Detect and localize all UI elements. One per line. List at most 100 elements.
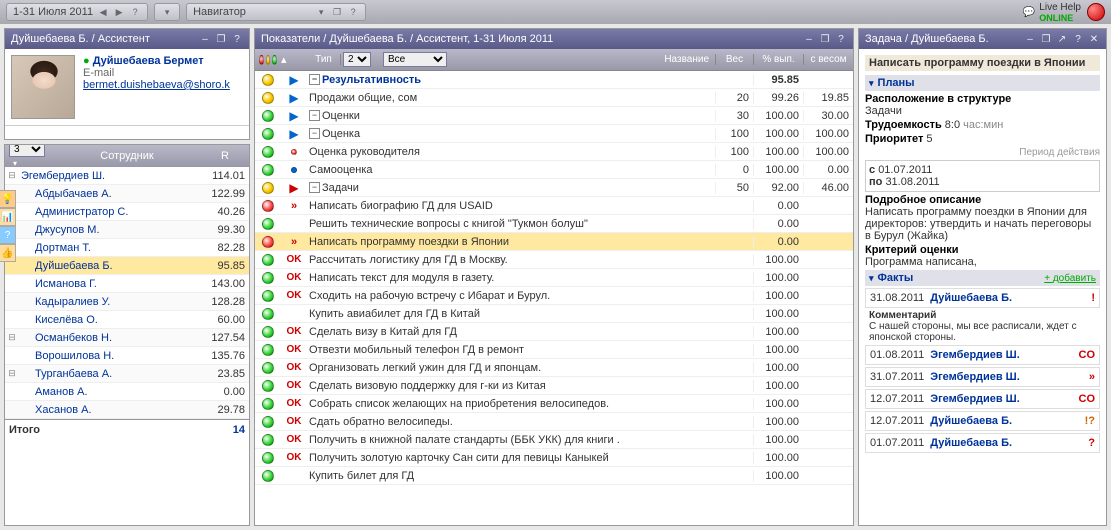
help-icon[interactable]: ?: [129, 6, 141, 18]
col-employee[interactable]: Сотрудник: [53, 150, 201, 162]
fact-row[interactable]: 31.07.2011Эгембердиев Ш.»: [865, 367, 1100, 387]
indicator-row[interactable]: OKРассчитать логистику для ГД в Москву.1…: [255, 251, 853, 269]
plans-section[interactable]: Планы: [865, 75, 1100, 91]
pct-cell: 100.00: [753, 398, 803, 410]
indicators-table[interactable]: ▶−Результативность95.85▶Продажи общие, с…: [255, 71, 853, 525]
help2-icon[interactable]: ?: [347, 6, 359, 18]
collapse-icon[interactable]: −: [309, 182, 320, 193]
top-toolbar: 1-31 Июля 2011 ◀ ▶ ? ▾ Навигатор ▾ ❐ ? 💬…: [0, 0, 1111, 24]
fact-row[interactable]: 12.07.2011Эгембердиев Ш.CO: [865, 389, 1100, 409]
indicator-row[interactable]: ▶Продажи общие, сом2099.2619.85: [255, 89, 853, 107]
sort-icon[interactable]: ▴: [281, 53, 307, 66]
side-tab-4[interactable]: 👍: [0, 244, 16, 262]
prev-icon[interactable]: ◀: [97, 6, 109, 18]
col-weight[interactable]: Вес: [715, 54, 753, 65]
indicator-row[interactable]: OKСобрать список желающих на приобретени…: [255, 395, 853, 413]
wpct-cell: 100.00: [803, 128, 853, 140]
indicator-row[interactable]: Самооценка0100.000.00: [255, 161, 853, 179]
side-tab-1[interactable]: 💡: [0, 190, 16, 208]
col-r[interactable]: R: [201, 150, 249, 162]
period-selector[interactable]: 1-31 Июля 2011 ◀ ▶ ?: [6, 3, 148, 21]
employee-row[interactable]: Абдыбачаев А.122.99: [5, 185, 249, 203]
maximize-icon[interactable]: ❐: [819, 33, 831, 45]
indicator-row[interactable]: ▶−Оценки30100.0030.00: [255, 107, 853, 125]
forward-icon[interactable]: ↗: [1056, 33, 1068, 45]
employee-row[interactable]: Киселёва О.60.00: [5, 311, 249, 329]
indicator-row[interactable]: OKСходить на рабочую встречу с Ибарат и …: [255, 287, 853, 305]
employee-row[interactable]: ⊟Турганбаева А.23.85: [5, 365, 249, 383]
ok-icon: OK: [287, 272, 302, 283]
indicator-row[interactable]: OKПолучить золотую карточку Сан сити для…: [255, 449, 853, 467]
employee-row[interactable]: ⊟Эгембердиев Ш.114.01: [5, 167, 249, 185]
collapse-icon[interactable]: −: [309, 128, 320, 139]
col-pct[interactable]: % вып.: [753, 54, 803, 65]
indicator-row[interactable]: Купить авиабилет для ГД в Китай100.00: [255, 305, 853, 323]
pct-cell: 100.00: [753, 434, 803, 446]
collapse-icon[interactable]: −: [309, 110, 320, 121]
indicator-row[interactable]: OKСделать визу в Китай для ГД100.00: [255, 323, 853, 341]
indicator-row[interactable]: »Написать программу поездки в Японии0.00: [255, 233, 853, 251]
next-icon[interactable]: ▶: [113, 6, 125, 18]
email-link[interactable]: bermet.duishebaeva@shoro.k: [83, 79, 243, 91]
employee-row[interactable]: Джусупов М.99.30: [5, 221, 249, 239]
employee-row[interactable]: Аманов А.0.00: [5, 383, 249, 401]
indicator-name: Сделать визу в Китай для ГД: [309, 326, 457, 338]
maximize-icon[interactable]: ❐: [215, 33, 227, 45]
employee-row[interactable]: Хасанов А.29.78: [5, 401, 249, 419]
fact-row[interactable]: 01.08.2011Эгембердиев Ш.CO: [865, 345, 1100, 365]
indicator-row[interactable]: OKСдать обратно велосипеды.100.00: [255, 413, 853, 431]
live-help[interactable]: 💬 Live Help ONLINE: [1023, 2, 1081, 23]
indicator-row[interactable]: ▶−Оценка100100.00100.00: [255, 125, 853, 143]
ext-icon[interactable]: ▾: [154, 3, 180, 21]
employee-row[interactable]: Дортман Т.82.28: [5, 239, 249, 257]
fact-row[interactable]: 01.07.2011Дуйшебаева Б.?: [865, 433, 1100, 453]
indicator-row[interactable]: OKНаписать текст для модуля в газету.100…: [255, 269, 853, 287]
help-icon[interactable]: ?: [231, 33, 243, 45]
add-fact-link[interactable]: добавить: [1044, 273, 1096, 284]
fact-date: 31.08.2011: [870, 292, 924, 304]
close-icon[interactable]: ✕: [1088, 33, 1100, 45]
depth-select[interactable]: 2: [343, 52, 371, 67]
navigator-dropdown[interactable]: Навигатор ▾ ❐ ?: [186, 3, 366, 21]
indicator-row[interactable]: »Написать биографию ГД для USAID0.00: [255, 197, 853, 215]
expand-icon[interactable]: ⊟: [5, 332, 19, 343]
employee-row[interactable]: Ворошилова Н.135.76: [5, 347, 249, 365]
window-icon[interactable]: ❐: [331, 6, 343, 18]
facts-section[interactable]: Факты добавить: [865, 270, 1100, 286]
indicator-row[interactable]: OKОтвезти мобильный телефон ГД в ремонт1…: [255, 341, 853, 359]
indicator-row[interactable]: Решить технические вопросы с книгой "Тук…: [255, 215, 853, 233]
stop-button[interactable]: [1087, 3, 1105, 21]
employee-row[interactable]: Дуйшебаева Б.95.85: [5, 257, 249, 275]
side-tab-2[interactable]: 📊: [0, 208, 16, 226]
restore-icon[interactable]: ❐: [1040, 33, 1052, 45]
employee-table[interactable]: ⊟Эгембердиев Ш.114.01Абдыбачаев А.122.99…: [5, 167, 249, 419]
help-icon[interactable]: ?: [835, 33, 847, 45]
fact-row[interactable]: 12.07.2011Дуйшебаева Б.!?: [865, 411, 1100, 431]
col-wpct[interactable]: с весом: [803, 54, 853, 65]
level-select[interactable]: 3: [9, 144, 45, 157]
employee-row[interactable]: Администратор С.40.26: [5, 203, 249, 221]
fact-row[interactable]: 31.08.2011Дуйшебаева Б.!: [865, 288, 1100, 308]
employee-row[interactable]: Исманова Г.143.00: [5, 275, 249, 293]
indicator-row[interactable]: OKОрганизовать легкий ужин для ГД и япон…: [255, 359, 853, 377]
minimize-icon[interactable]: –: [803, 33, 815, 45]
expand-icon[interactable]: ⊟: [5, 368, 19, 379]
indicator-row[interactable]: ▶−Задачи5092.0046.00: [255, 179, 853, 197]
traffic-icon[interactable]: [255, 55, 281, 65]
expand-icon[interactable]: ⊟: [5, 170, 19, 181]
indicator-row[interactable]: Оценка руководителя100100.00100.00: [255, 143, 853, 161]
employee-row[interactable]: ⊟Османбеков Н.127.54: [5, 329, 249, 347]
indicator-row[interactable]: OKПолучить в книжной палате стандарты (Б…: [255, 431, 853, 449]
help-icon[interactable]: ?: [1072, 33, 1084, 45]
side-tab-3[interactable]: ?: [0, 226, 16, 244]
indicator-row[interactable]: OKСделать визовую поддержку для г-ки из …: [255, 377, 853, 395]
indicator-row[interactable]: Купить билет для ГД100.00: [255, 467, 853, 485]
filter-select[interactable]: Все: [383, 52, 447, 67]
col-name[interactable]: Название: [451, 54, 715, 65]
minimize-icon[interactable]: –: [1024, 33, 1036, 45]
minimize-icon[interactable]: –: [199, 33, 211, 45]
employee-row[interactable]: Кадыралиев У.128.28: [5, 293, 249, 311]
collapse-icon[interactable]: −: [309, 74, 320, 85]
col-type[interactable]: Тип: [307, 54, 341, 65]
indicator-row[interactable]: ▶−Результативность95.85: [255, 71, 853, 89]
